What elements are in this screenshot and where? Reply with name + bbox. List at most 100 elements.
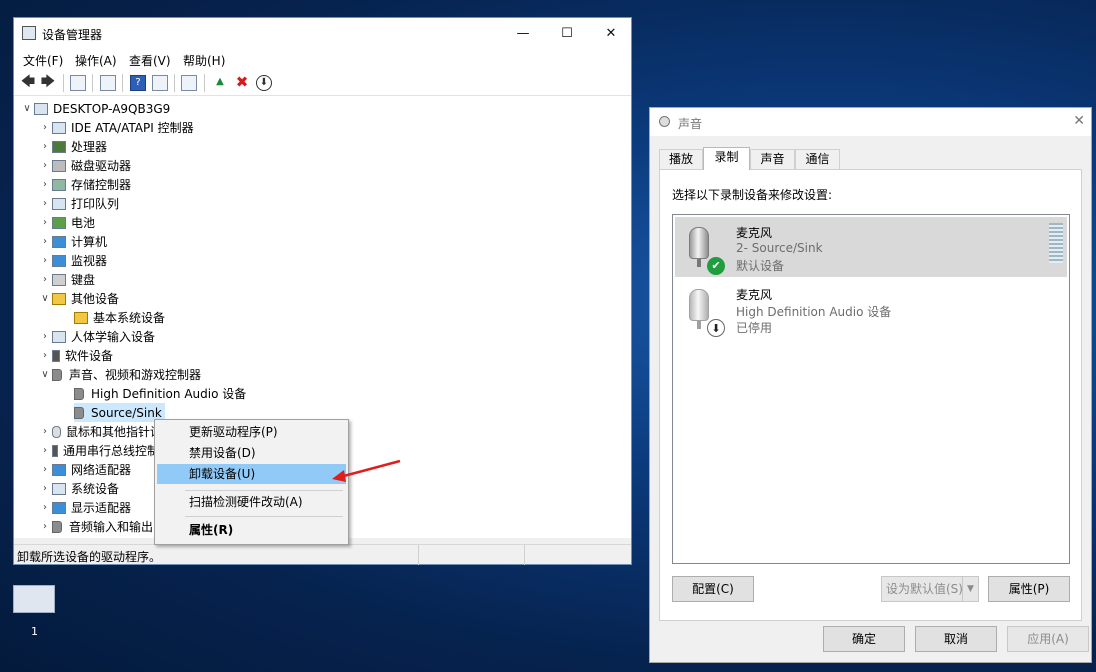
menu-file[interactable]: 文件(F) [23, 52, 63, 69]
menu-view[interactable]: 查看(V) [129, 52, 171, 69]
chevron-right-icon[interactable]: › [38, 483, 52, 494]
menu-action[interactable]: 操作(A) [75, 52, 117, 69]
apply-button[interactable]: 应用(A) [1007, 626, 1089, 652]
list-item[interactable]: ⬇ 麦克风 High Definition Audio 设备 已停用 [675, 279, 1067, 339]
menu-item-properties[interactable]: 属性(R) [157, 520, 346, 540]
context-menu: 更新驱动程序(P) 禁用设备(D) 卸载设备(U) 扫描检测硬件改动(A) 属性… [154, 419, 349, 545]
menu-help[interactable]: 帮助(H) [183, 52, 225, 69]
tree-item-disk[interactable]: › 磁盘驱动器 [38, 156, 131, 175]
chevron-right-icon[interactable]: › [38, 274, 52, 285]
tree-item-label: 处理器 [71, 140, 108, 154]
taskbar-thumbnail-icon[interactable] [13, 585, 55, 613]
tree-item-hid[interactable]: › 人体学输入设备 [38, 327, 155, 346]
tree-root[interactable]: ∨ DESKTOP-A9QB3G9 [20, 99, 170, 118]
tree-item-print-queue[interactable]: › 打印队列 [38, 194, 119, 213]
list-item[interactable]: ✔ 麦克风 2- Source/Sink 默认设备 [675, 217, 1067, 277]
properties-button[interactable]: 属性(P) [988, 576, 1070, 602]
tree-item-software-devices[interactable]: › 软件设备 [38, 346, 113, 365]
tree-item-other-devices[interactable]: ∨ 其他设备 [38, 289, 119, 308]
chevron-right-icon[interactable]: › [38, 502, 52, 513]
chevron-right-icon[interactable]: › [38, 331, 52, 342]
enable-device-icon[interactable]: ⬇ [256, 75, 272, 91]
chevron-right-icon[interactable]: › [38, 236, 52, 247]
menu-item-scan-hardware[interactable]: 扫描检测硬件改动(A) [157, 492, 346, 512]
cancel-button[interactable]: 取消 [915, 626, 997, 652]
chevron-down-icon[interactable]: ∨ [38, 293, 52, 304]
tree-item-network[interactable]: › 网络适配器 [38, 460, 131, 479]
configure-button[interactable]: 配置(C) [672, 576, 754, 602]
sound-titlebar[interactable]: 声音 ✕ [650, 108, 1091, 136]
menu-item-update-driver[interactable]: 更新驱动程序(P) [157, 422, 346, 442]
ok-button[interactable]: 确定 [823, 626, 905, 652]
tab-playback[interactable]: 播放 [659, 149, 703, 169]
chevron-right-icon[interactable]: › [38, 217, 52, 228]
action-pane-icon[interactable] [152, 75, 168, 91]
update-driver-icon[interactable]: ▲ [212, 75, 228, 91]
show-hide-console-tree-icon[interactable] [70, 75, 86, 91]
chevron-right-icon[interactable]: › [38, 445, 52, 456]
tab-sounds[interactable]: 声音 [750, 149, 795, 169]
chevron-right-icon[interactable]: › [38, 521, 52, 532]
tree-item-display-adapters[interactable]: › 显示适配器 [38, 498, 131, 517]
default-check-icon: ✔ [707, 257, 725, 275]
tree-item-ide[interactable]: › IDE ATA/ATAPI 控制器 [38, 118, 194, 137]
tree-item-system-devices[interactable]: › 系统设备 [38, 479, 119, 498]
microphone-icon [689, 289, 709, 321]
tree-item-keyboard[interactable]: › 键盘 [38, 270, 95, 289]
status-divider [524, 545, 525, 565]
battery-icon [52, 216, 66, 229]
dm-titlebar[interactable]: 设备管理器 — ☐ ✕ [14, 18, 631, 48]
network-adapter-icon [52, 463, 66, 476]
tree-item-source-sink[interactable]: Source/Sink [74, 403, 165, 422]
menu-separator [185, 516, 343, 517]
close-button[interactable]: ✕ [589, 18, 633, 48]
status-text: 卸载所选设备的驱动程序。 [17, 550, 162, 564]
tree-item-base-system-device[interactable]: 基本系统设备 [74, 308, 165, 327]
chevron-right-icon[interactable]: › [38, 198, 52, 209]
toolbar: 🡄 🡆 ? ▲ ✖ ⬇ [14, 70, 631, 96]
uninstall-device-icon[interactable]: ✖ [234, 75, 250, 91]
help-icon[interactable]: ? [130, 75, 146, 91]
tree-item-usb[interactable]: › 通用串行总线控制器 [38, 441, 171, 460]
tree-item-monitor[interactable]: › 监视器 [38, 251, 107, 270]
chevron-right-icon[interactable]: › [38, 160, 52, 171]
toolbar-separator [204, 74, 205, 92]
set-default-button[interactable]: 设为默认值(S) ▼ [881, 576, 979, 602]
tab-recording[interactable]: 录制 [703, 147, 750, 170]
maximize-button[interactable]: ☐ [545, 18, 589, 48]
tree-item-label: 监视器 [71, 254, 108, 268]
chevron-right-icon[interactable]: › [38, 426, 52, 437]
chevron-down-icon[interactable]: ▼ [962, 577, 978, 601]
system-devices-icon [52, 482, 66, 495]
menu-item-disable-device[interactable]: 禁用设备(D) [157, 443, 346, 463]
tree-item-sound-controllers[interactable]: ∨ 声音、视频和游戏控制器 [38, 365, 201, 384]
chevron-right-icon[interactable]: › [38, 122, 52, 133]
recording-panel: 选择以下录制设备来修改设置: ✔ 麦克风 2- Source/Sink 默认设备… [659, 169, 1082, 621]
chevron-right-icon[interactable]: › [38, 350, 52, 361]
back-icon[interactable]: 🡄 [20, 75, 36, 91]
chevron-right-icon[interactable]: › [38, 141, 52, 152]
tree-item-hd-audio[interactable]: High Definition Audio 设备 [74, 384, 246, 403]
menu-item-uninstall-device[interactable]: 卸载设备(U) [157, 464, 346, 484]
minimize-button[interactable]: — [501, 18, 545, 48]
scan-hardware-icon[interactable] [181, 75, 197, 91]
tree-item-storage[interactable]: › 存储控制器 [38, 175, 131, 194]
properties-icon[interactable] [100, 75, 116, 91]
tree-item-label: Source/Sink [91, 405, 162, 420]
microphone-stand [697, 259, 701, 267]
speaker-icon [74, 387, 84, 400]
tree-item-computer[interactable]: › 计算机 [38, 232, 107, 251]
tab-communications[interactable]: 通信 [795, 149, 840, 169]
chevron-right-icon[interactable]: › [38, 179, 52, 190]
chevron-right-icon[interactable]: › [38, 464, 52, 475]
close-icon[interactable]: ✕ [1073, 113, 1085, 129]
chevron-down-icon[interactable]: ∨ [20, 103, 34, 114]
tree-item-audio-io[interactable]: › 音频输入和输出 [38, 517, 153, 536]
tree-item-battery[interactable]: › 电池 [38, 213, 95, 232]
chevron-down-icon[interactable]: ∨ [38, 369, 52, 380]
chevron-right-icon[interactable]: › [38, 255, 52, 266]
tree-item-processor[interactable]: › 处理器 [38, 137, 107, 156]
forward-icon[interactable]: 🡆 [40, 75, 56, 91]
mouse-icon [52, 425, 61, 438]
tree-root-label: DESKTOP-A9QB3G9 [53, 101, 171, 116]
